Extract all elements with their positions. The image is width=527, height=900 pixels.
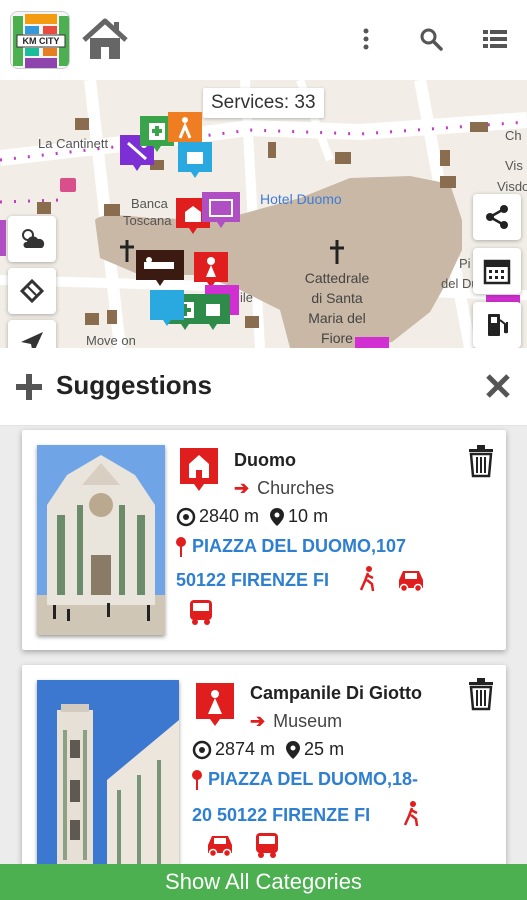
trash-icon	[469, 678, 493, 711]
place-photo	[37, 680, 179, 870]
home-button[interactable]	[80, 18, 130, 62]
walking-icon[interactable]	[402, 801, 422, 827]
home-icon	[82, 18, 128, 59]
map-edge-marker	[0, 220, 6, 256]
address-link[interactable]: 20 50122 FIRENZE FI	[192, 805, 370, 826]
address-pin-icon	[192, 770, 202, 790]
map-marker-info[interactable]	[150, 290, 184, 328]
app-logo-icon[interactable]: KM CITY	[10, 11, 70, 69]
weather-icon	[22, 229, 45, 248]
address-link[interactable]: 50122 FIRENZE FI	[176, 570, 329, 591]
target-icon	[192, 740, 212, 759]
app-root: KM CITY La Cantinett Hotel Duomo Banca T…	[0, 0, 527, 900]
arrow-right-icon: ➔	[234, 478, 250, 498]
map-label: Visdo	[497, 179, 527, 194]
category-label: Churches	[257, 478, 335, 498]
suggestion-card[interactable]: Duomo ➔ Churches 2840 m 10 m PIAZZA DEL D…	[22, 430, 506, 650]
address-pin-icon	[176, 537, 186, 557]
church-icon	[180, 448, 218, 492]
plus-icon	[16, 374, 42, 400]
svg-text:KM CITY: KM CITY	[23, 36, 60, 46]
cathedral-label-line: di Santa	[311, 290, 363, 306]
list-icon	[483, 30, 507, 48]
map-label: La Cantinett	[38, 136, 109, 151]
navigate-button[interactable]	[8, 320, 56, 348]
calendar-icon	[483, 259, 511, 285]
arrow-right-icon: ➔	[250, 711, 266, 731]
map-background	[0, 80, 527, 348]
map-label: Banca	[131, 196, 168, 211]
fuel-icon	[488, 314, 508, 336]
location-pin-icon	[270, 507, 285, 526]
ticket-icon	[19, 278, 45, 304]
distance-value: 2840 m	[199, 506, 260, 526]
place-distance-row: 2840 m 10 m	[176, 506, 328, 527]
target-icon	[176, 507, 196, 526]
map-view[interactable]: La Cantinett Hotel Duomo Banca Toscana i…	[0, 80, 527, 348]
cathedral-label-line: Maria del	[308, 310, 366, 326]
address-link[interactable]: PIAZZA DEL DUOMO,107	[192, 536, 406, 557]
map-label: Toscana	[123, 213, 172, 228]
bus-icon[interactable]	[254, 831, 280, 859]
car-icon[interactable]	[204, 833, 236, 857]
map-label-hotel: Hotel Duomo	[260, 191, 342, 207]
car-icon[interactable]	[395, 568, 427, 592]
place-distance-row: 2874 m 25 m	[192, 739, 344, 760]
show-all-categories-button[interactable]: Show All Categories	[0, 864, 527, 900]
suggestion-card[interactable]: Campanile Di Giotto ➔ Museum 2874 m 25 m …	[22, 665, 506, 885]
services-count-badge: Services: 33	[203, 88, 324, 118]
more-options-button[interactable]	[349, 22, 383, 56]
place-category: ➔ Churches	[234, 478, 334, 499]
share-button[interactable]	[473, 194, 521, 240]
delete-button[interactable]	[467, 444, 495, 478]
walking-icon[interactable]	[358, 566, 378, 592]
add-suggestion-button[interactable]	[14, 372, 44, 402]
weather-button[interactable]	[8, 216, 56, 262]
tickets-button[interactable]	[8, 268, 56, 314]
map-marker-hotel[interactable]	[202, 192, 240, 230]
place-name: Campanile Di Giotto	[250, 683, 423, 703]
trash-icon	[469, 445, 493, 478]
elevation-value: 10 m	[288, 506, 329, 526]
place-name: Duomo	[234, 450, 296, 470]
search-icon	[420, 28, 443, 51]
suggestions-header: Suggestions	[0, 348, 527, 426]
location-pin-icon	[286, 740, 301, 759]
top-bar: KM CITY	[0, 0, 527, 80]
place-category: ➔ Museum	[250, 711, 342, 732]
map-marker-pharmacy[interactable]	[196, 294, 230, 332]
museum-icon	[196, 683, 234, 727]
close-suggestions-button[interactable]	[484, 372, 514, 402]
fuel-button[interactable]	[473, 302, 521, 348]
map-label: Pi	[459, 256, 471, 271]
more-vert-icon	[363, 28, 369, 50]
map-label: Ch	[505, 128, 522, 143]
address-link[interactable]: PIAZZA DEL DUOMO,18-	[208, 769, 418, 790]
calendar-button[interactable]	[473, 248, 521, 294]
distance-value: 2874 m	[215, 739, 276, 759]
list-view-button[interactable]	[478, 22, 512, 56]
place-photo	[37, 445, 165, 635]
navigation-icon	[21, 332, 43, 348]
map-marker-lodging[interactable]	[136, 250, 184, 288]
delete-button[interactable]	[467, 677, 495, 711]
map-label: Vis	[505, 158, 523, 173]
suggestions-title: Suggestions	[56, 370, 213, 400]
map-label: ile	[240, 290, 254, 305]
search-button[interactable]	[414, 22, 448, 56]
close-icon	[486, 374, 510, 398]
map-marker-edge[interactable]	[355, 336, 389, 348]
map-marker-shop[interactable]	[178, 142, 212, 180]
share-icon	[486, 205, 508, 229]
bus-icon[interactable]	[188, 598, 214, 626]
map-label: Move on	[86, 333, 136, 348]
cathedral-label-line: Cattedrale	[304, 270, 370, 286]
category-label: Museum	[273, 711, 343, 731]
elevation-value: 25 m	[304, 739, 345, 759]
